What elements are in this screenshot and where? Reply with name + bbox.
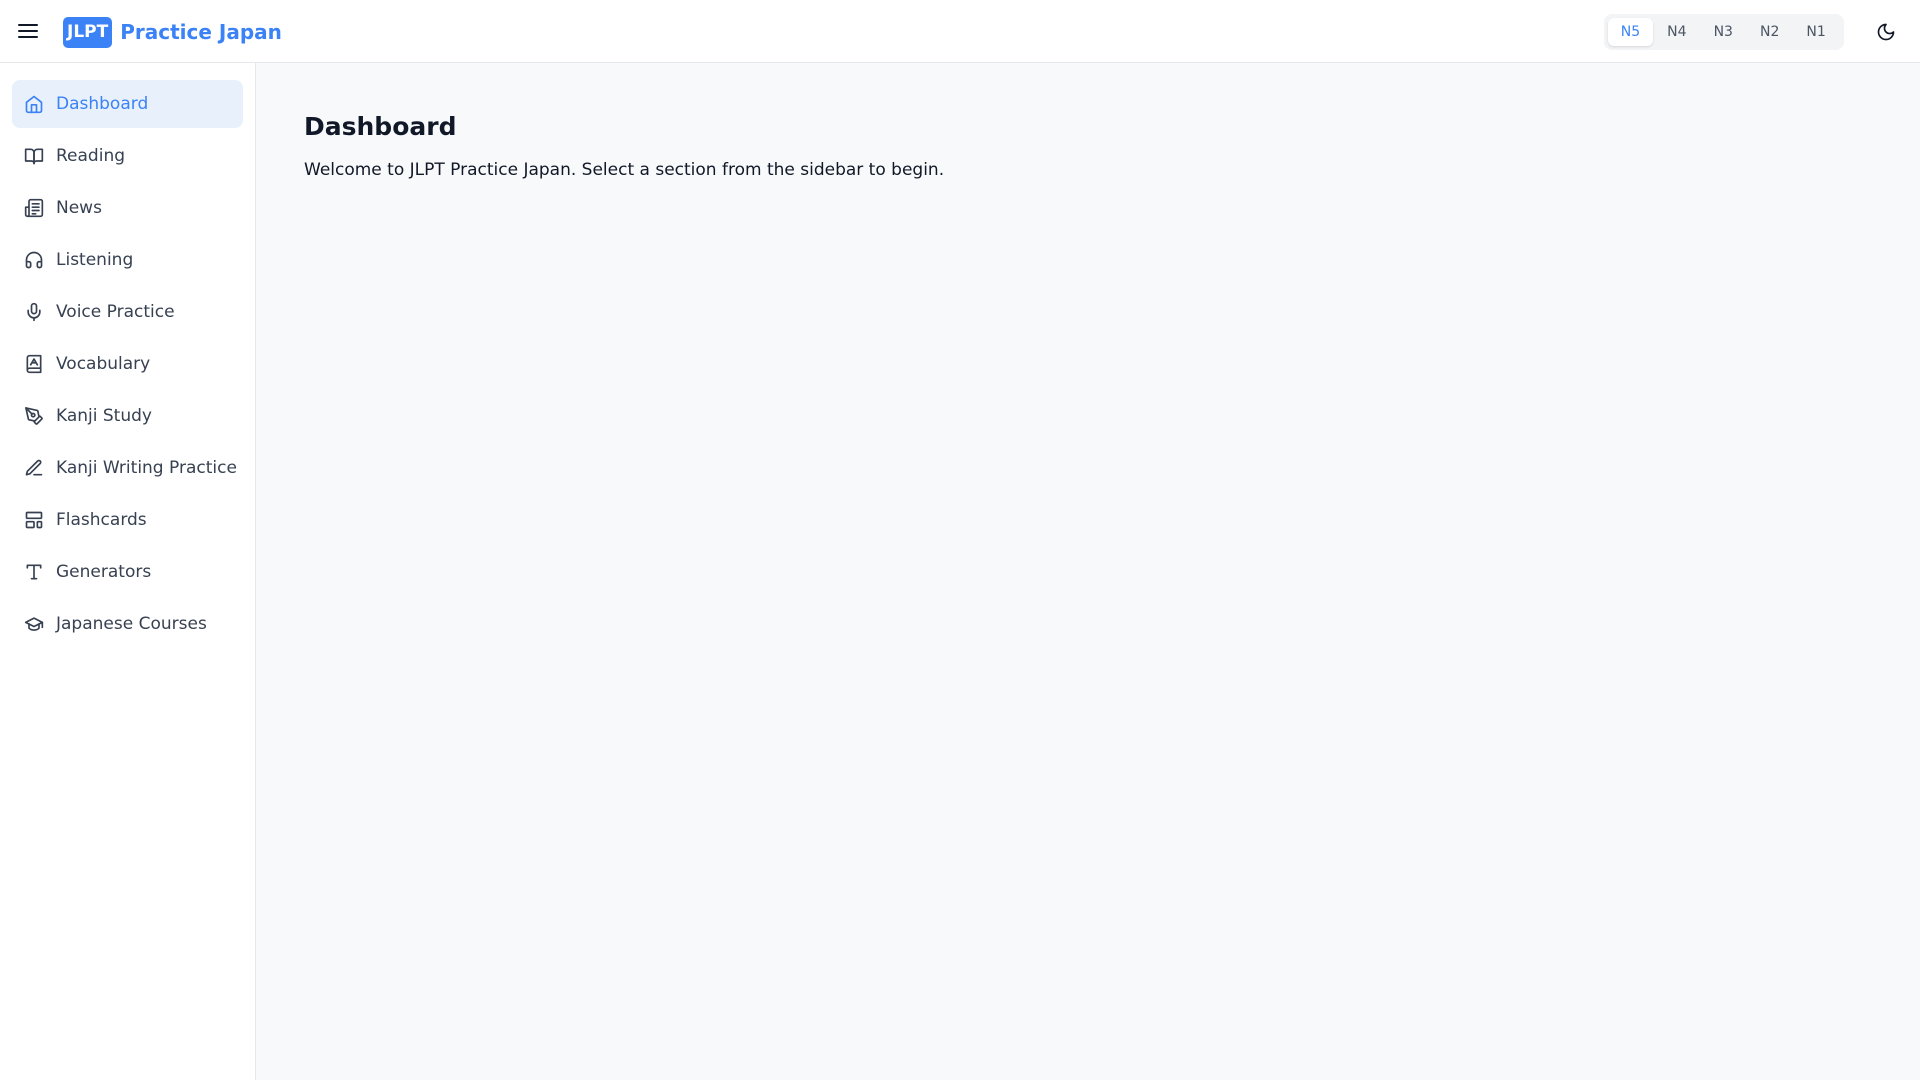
sidebar-item-label: Japanese Courses <box>56 614 207 634</box>
sidebar-item-generators[interactable]: Generators <box>12 548 243 596</box>
sidebar-item-label: Kanji Study <box>56 406 152 426</box>
newspaper-icon <box>24 198 44 218</box>
page-description: Welcome to JLPT Practice Japan. Select a… <box>304 160 945 180</box>
graduation-cap-icon <box>24 614 44 634</box>
sidebar-item-label: Reading <box>56 146 126 166</box>
sidebar-item-dashboard[interactable]: Dashboard <box>12 80 243 128</box>
layout-template-icon <box>24 510 44 530</box>
jlpt-level-selector: N5 N4 N3 N2 N1 <box>1604 14 1844 50</box>
sidebar-item-label: Kanji Writing Practice <box>56 458 237 478</box>
sidebar-item-label: Flashcards <box>56 510 147 530</box>
level-n3-button[interactable]: N3 <box>1701 18 1746 46</box>
page-title: Dashboard <box>304 112 457 141</box>
sidebar-item-label: Voice Practice <box>56 302 175 322</box>
level-n5-button[interactable]: N5 <box>1608 18 1653 46</box>
level-n4-button[interactable]: N4 <box>1654 18 1699 46</box>
book-open-icon <box>24 146 44 166</box>
sidebar-item-label: Dashboard <box>56 94 149 114</box>
brand-badge: JLPT <box>63 16 113 48</box>
sidebar: Dashboard Reading News Listening Voice P… <box>0 63 256 1080</box>
brand-logo[interactable]: JLPT Practice Japan <box>63 16 282 48</box>
level-n2-button[interactable]: N2 <box>1747 18 1792 46</box>
level-n1-button[interactable]: N1 <box>1794 18 1839 46</box>
sidebar-item-label: Generators <box>56 562 152 582</box>
sidebar-item-news[interactable]: News <box>12 184 243 232</box>
sidebar-item-label: News <box>56 198 102 218</box>
top-header: JLPT Practice Japan N5 N4 N3 N2 N1 <box>0 0 1920 63</box>
brand-text: Practice Japan <box>120 20 282 44</box>
sidebar-item-flashcards[interactable]: Flashcards <box>12 496 243 544</box>
sidebar-item-label: Listening <box>56 250 134 270</box>
home-icon <box>24 94 44 114</box>
sidebar-item-kanji-study[interactable]: Kanji Study <box>12 392 243 440</box>
type-icon <box>24 562 44 582</box>
sidebar-item-voice-practice[interactable]: Voice Practice <box>12 288 243 336</box>
pen-tool-icon <box>24 406 44 426</box>
book-a-icon <box>24 354 44 374</box>
hamburger-menu-icon[interactable] <box>16 19 40 43</box>
sidebar-item-japanese-courses[interactable]: Japanese Courses <box>12 600 243 648</box>
sidebar-item-reading[interactable]: Reading <box>12 132 243 180</box>
microphone-icon <box>24 302 44 322</box>
headphones-icon <box>24 250 44 270</box>
sidebar-item-label: Vocabulary <box>56 354 151 374</box>
pencil-icon <box>24 458 44 478</box>
sidebar-item-listening[interactable]: Listening <box>12 236 243 284</box>
sidebar-item-kanji-writing-practice[interactable]: Kanji Writing Practice <box>12 444 243 492</box>
main-content: Dashboard Welcome to JLPT Practice Japan… <box>256 63 1920 1080</box>
sidebar-item-vocabulary[interactable]: Vocabulary <box>12 340 243 388</box>
moon-icon[interactable] <box>1874 20 1898 44</box>
